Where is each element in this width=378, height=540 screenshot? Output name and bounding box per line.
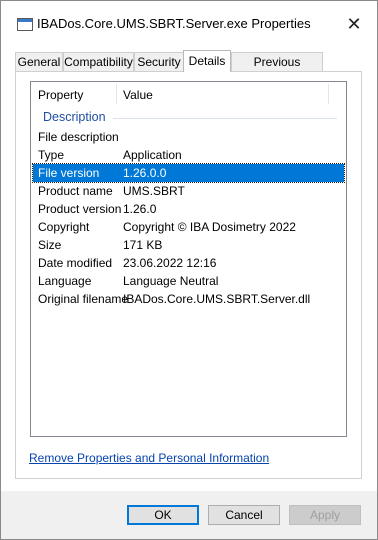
remove-properties-link[interactable]: Remove Properties and Personal Informati… bbox=[29, 451, 269, 465]
details-list[interactable]: Property Value Description File descript… bbox=[30, 81, 347, 437]
column-separator[interactable] bbox=[116, 84, 117, 104]
property-name: File version bbox=[38, 166, 100, 180]
property-name: File description bbox=[38, 130, 119, 144]
property-value: Application bbox=[123, 148, 182, 162]
property-name: Copyright bbox=[38, 220, 90, 234]
close-button[interactable]: ✕ bbox=[337, 9, 371, 39]
detail-row[interactable]: Copyright Copyright © IBA Dosimetry 2022 bbox=[33, 218, 344, 236]
column-separator[interactable] bbox=[328, 84, 329, 104]
property-value: 1.26.0 bbox=[123, 202, 157, 216]
property-value: IBADos.Core.UMS.SBRT.Server.dll bbox=[123, 292, 311, 306]
property-value: Language Neutral bbox=[123, 274, 219, 288]
tab-details[interactable]: Details bbox=[183, 50, 231, 72]
apply-button[interactable]: Apply bbox=[289, 505, 361, 525]
detail-row[interactable]: File description bbox=[33, 128, 344, 146]
detail-row[interactable]: Size 171 KB bbox=[33, 236, 344, 254]
property-name: Original filename bbox=[38, 292, 129, 306]
detail-row[interactable]: Original filename IBADos.Core.UMS.SBRT.S… bbox=[33, 290, 344, 308]
group-divider bbox=[113, 118, 337, 119]
detail-row-selected[interactable]: File version 1.26.0.0 bbox=[32, 163, 345, 183]
detail-row[interactable]: Product version 1.26.0 bbox=[33, 200, 344, 218]
group-header-description: Description bbox=[43, 110, 106, 124]
title-bar: IBADos.Core.UMS.SBRT.Server.exe Properti… bbox=[1, 1, 377, 47]
column-header-row: Property Value bbox=[31, 82, 346, 106]
property-value: 1.26.0.0 bbox=[123, 166, 167, 180]
window-title: IBADos.Core.UMS.SBRT.Server.exe Properti… bbox=[37, 16, 311, 31]
property-name: Language bbox=[38, 274, 92, 288]
property-name: Date modified bbox=[38, 256, 113, 270]
property-value: UMS.SBRT bbox=[123, 184, 185, 198]
tab-general[interactable]: General bbox=[15, 52, 63, 71]
dialog-body: General Compatibility Security Details P… bbox=[1, 47, 377, 489]
application-icon bbox=[17, 18, 33, 31]
tab-compatibility[interactable]: Compatibility bbox=[63, 52, 134, 71]
property-name: Product name bbox=[38, 184, 113, 198]
property-name: Size bbox=[38, 238, 62, 252]
column-header-value[interactable]: Value bbox=[123, 88, 153, 102]
dialog-footer: OK Cancel Apply bbox=[1, 491, 377, 539]
detail-row[interactable]: Type Application bbox=[33, 146, 344, 164]
property-value: 23.06.2022 12:16 bbox=[123, 256, 217, 270]
cancel-button[interactable]: Cancel bbox=[208, 505, 280, 525]
ok-button[interactable]: OK bbox=[127, 505, 199, 525]
tab-previous-versions[interactable]: Previous Versions bbox=[231, 52, 323, 88]
detail-row[interactable]: Product name UMS.SBRT bbox=[33, 182, 344, 200]
property-name: Type bbox=[38, 148, 65, 162]
detail-row[interactable]: Language Language Neutral bbox=[33, 272, 344, 290]
column-header-property[interactable]: Property bbox=[38, 88, 83, 102]
property-value: 171 KB bbox=[123, 238, 163, 252]
property-value: Copyright © IBA Dosimetry 2022 bbox=[123, 220, 296, 234]
tab-security[interactable]: Security bbox=[134, 52, 184, 71]
properties-dialog: IBADos.Core.UMS.SBRT.Server.exe Properti… bbox=[0, 0, 378, 540]
property-name: Product version bbox=[38, 202, 122, 216]
detail-row[interactable]: Date modified 23.06.2022 12:16 bbox=[33, 254, 344, 272]
details-tab-panel: Property Value Description File descript… bbox=[15, 71, 362, 479]
